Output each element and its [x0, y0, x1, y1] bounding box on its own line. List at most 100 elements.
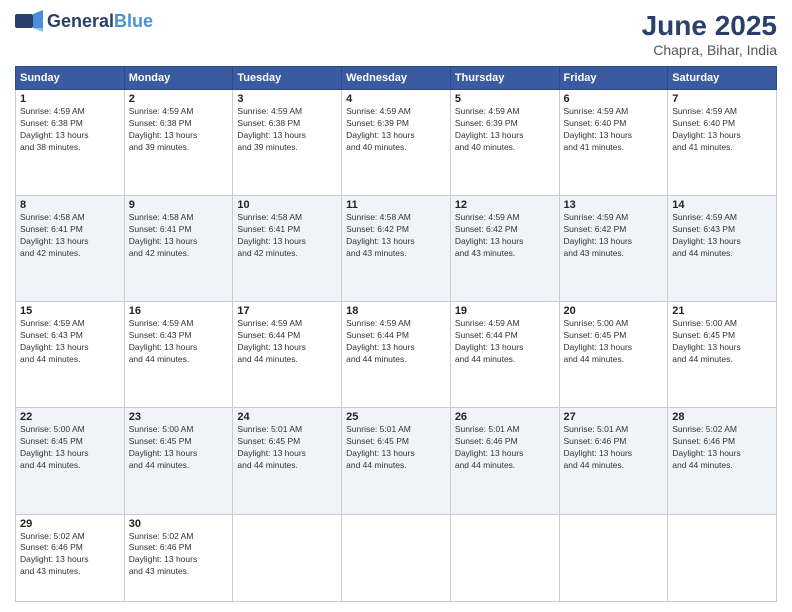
cell-info: Sunrise: 5:00 AM Sunset: 6:45 PM Dayligh…: [672, 318, 772, 366]
day-number: 24: [237, 411, 337, 423]
header-wednesday: Wednesday: [342, 67, 451, 90]
header-monday: Monday: [124, 67, 233, 90]
table-row: [342, 514, 451, 601]
table-row: 20Sunrise: 5:00 AM Sunset: 6:45 PM Dayli…: [559, 302, 668, 408]
cell-info: Sunrise: 4:59 AM Sunset: 6:43 PM Dayligh…: [129, 318, 229, 366]
table-row: 27Sunrise: 5:01 AM Sunset: 6:46 PM Dayli…: [559, 408, 668, 514]
cell-info: Sunrise: 4:58 AM Sunset: 6:41 PM Dayligh…: [237, 212, 337, 260]
cell-info: Sunrise: 5:01 AM Sunset: 6:45 PM Dayligh…: [237, 424, 337, 472]
header-sunday: Sunday: [16, 67, 125, 90]
table-row: 6Sunrise: 4:59 AM Sunset: 6:40 PM Daylig…: [559, 90, 668, 196]
table-row: 25Sunrise: 5:01 AM Sunset: 6:45 PM Dayli…: [342, 408, 451, 514]
table-row: 4Sunrise: 4:59 AM Sunset: 6:39 PM Daylig…: [342, 90, 451, 196]
header-thursday: Thursday: [450, 67, 559, 90]
table-row: 8Sunrise: 4:58 AM Sunset: 6:41 PM Daylig…: [16, 196, 125, 302]
cell-info: Sunrise: 5:00 AM Sunset: 6:45 PM Dayligh…: [564, 318, 664, 366]
day-number: 18: [346, 305, 446, 317]
cell-info: Sunrise: 4:59 AM Sunset: 6:38 PM Dayligh…: [129, 106, 229, 154]
table-row: 19Sunrise: 4:59 AM Sunset: 6:44 PM Dayli…: [450, 302, 559, 408]
cell-info: Sunrise: 4:59 AM Sunset: 6:39 PM Dayligh…: [455, 106, 555, 154]
cell-info: Sunrise: 4:59 AM Sunset: 6:43 PM Dayligh…: [672, 212, 772, 260]
day-number: 20: [564, 305, 664, 317]
cell-info: Sunrise: 4:59 AM Sunset: 6:42 PM Dayligh…: [564, 212, 664, 260]
calendar-table: Sunday Monday Tuesday Wednesday Thursday…: [15, 66, 777, 602]
table-row: 23Sunrise: 5:00 AM Sunset: 6:45 PM Dayli…: [124, 408, 233, 514]
cell-info: Sunrise: 5:01 AM Sunset: 6:45 PM Dayligh…: [346, 424, 446, 472]
table-row: 21Sunrise: 5:00 AM Sunset: 6:45 PM Dayli…: [668, 302, 777, 408]
day-number: 27: [564, 411, 664, 423]
day-number: 9: [129, 199, 229, 211]
table-row: 16Sunrise: 4:59 AM Sunset: 6:43 PM Dayli…: [124, 302, 233, 408]
table-row: 28Sunrise: 5:02 AM Sunset: 6:46 PM Dayli…: [668, 408, 777, 514]
day-number: 13: [564, 199, 664, 211]
day-number: 11: [346, 199, 446, 211]
day-number: 23: [129, 411, 229, 423]
cell-info: Sunrise: 4:58 AM Sunset: 6:42 PM Dayligh…: [346, 212, 446, 260]
cell-info: Sunrise: 5:01 AM Sunset: 6:46 PM Dayligh…: [564, 424, 664, 472]
day-number: 2: [129, 93, 229, 105]
table-row: 9Sunrise: 4:58 AM Sunset: 6:41 PM Daylig…: [124, 196, 233, 302]
table-row: 3Sunrise: 4:59 AM Sunset: 6:38 PM Daylig…: [233, 90, 342, 196]
header-friday: Friday: [559, 67, 668, 90]
day-number: 10: [237, 199, 337, 211]
month-title: June 2025: [642, 10, 777, 42]
day-number: 3: [237, 93, 337, 105]
table-row: 12Sunrise: 4:59 AM Sunset: 6:42 PM Dayli…: [450, 196, 559, 302]
table-row: 11Sunrise: 4:58 AM Sunset: 6:42 PM Dayli…: [342, 196, 451, 302]
cell-info: Sunrise: 5:02 AM Sunset: 6:46 PM Dayligh…: [20, 531, 120, 579]
day-number: 17: [237, 305, 337, 317]
day-number: 5: [455, 93, 555, 105]
calendar-row: 22Sunrise: 5:00 AM Sunset: 6:45 PM Dayli…: [16, 408, 777, 514]
calendar-row: 15Sunrise: 4:59 AM Sunset: 6:43 PM Dayli…: [16, 302, 777, 408]
calendar-row: 1Sunrise: 4:59 AM Sunset: 6:38 PM Daylig…: [16, 90, 777, 196]
logo-general: General: [47, 11, 114, 32]
day-number: 7: [672, 93, 772, 105]
table-row: 18Sunrise: 4:59 AM Sunset: 6:44 PM Dayli…: [342, 302, 451, 408]
day-number: 25: [346, 411, 446, 423]
table-row: 17Sunrise: 4:59 AM Sunset: 6:44 PM Dayli…: [233, 302, 342, 408]
cell-info: Sunrise: 4:59 AM Sunset: 6:38 PM Dayligh…: [237, 106, 337, 154]
day-number: 29: [20, 518, 120, 530]
day-number: 19: [455, 305, 555, 317]
table-row: [668, 514, 777, 601]
cell-info: Sunrise: 5:02 AM Sunset: 6:46 PM Dayligh…: [129, 531, 229, 579]
table-row: 13Sunrise: 4:59 AM Sunset: 6:42 PM Dayli…: [559, 196, 668, 302]
cell-info: Sunrise: 4:59 AM Sunset: 6:40 PM Dayligh…: [672, 106, 772, 154]
day-number: 28: [672, 411, 772, 423]
day-number: 21: [672, 305, 772, 317]
table-row: 7Sunrise: 4:59 AM Sunset: 6:40 PM Daylig…: [668, 90, 777, 196]
cell-info: Sunrise: 4:59 AM Sunset: 6:44 PM Dayligh…: [455, 318, 555, 366]
cell-info: Sunrise: 4:59 AM Sunset: 6:39 PM Dayligh…: [346, 106, 446, 154]
table-row: [559, 514, 668, 601]
day-number: 12: [455, 199, 555, 211]
cell-info: Sunrise: 4:59 AM Sunset: 6:38 PM Dayligh…: [20, 106, 120, 154]
table-row: [233, 514, 342, 601]
table-row: 22Sunrise: 5:00 AM Sunset: 6:45 PM Dayli…: [16, 408, 125, 514]
table-row: 30Sunrise: 5:02 AM Sunset: 6:46 PM Dayli…: [124, 514, 233, 601]
header: GeneralBlue June 2025 Chapra, Bihar, Ind…: [15, 10, 777, 58]
cell-info: Sunrise: 4:59 AM Sunset: 6:43 PM Dayligh…: [20, 318, 120, 366]
table-row: 15Sunrise: 4:59 AM Sunset: 6:43 PM Dayli…: [16, 302, 125, 408]
calendar-header-row: Sunday Monday Tuesday Wednesday Thursday…: [16, 67, 777, 90]
cell-info: Sunrise: 4:59 AM Sunset: 6:44 PM Dayligh…: [346, 318, 446, 366]
cell-info: Sunrise: 5:01 AM Sunset: 6:46 PM Dayligh…: [455, 424, 555, 472]
table-row: 5Sunrise: 4:59 AM Sunset: 6:39 PM Daylig…: [450, 90, 559, 196]
day-number: 6: [564, 93, 664, 105]
cell-info: Sunrise: 5:00 AM Sunset: 6:45 PM Dayligh…: [129, 424, 229, 472]
cell-info: Sunrise: 4:59 AM Sunset: 6:44 PM Dayligh…: [237, 318, 337, 366]
day-number: 4: [346, 93, 446, 105]
logo: GeneralBlue: [15, 10, 153, 32]
table-row: 2Sunrise: 4:59 AM Sunset: 6:38 PM Daylig…: [124, 90, 233, 196]
day-number: 15: [20, 305, 120, 317]
cell-info: Sunrise: 5:02 AM Sunset: 6:46 PM Dayligh…: [672, 424, 772, 472]
day-number: 14: [672, 199, 772, 211]
cell-info: Sunrise: 4:58 AM Sunset: 6:41 PM Dayligh…: [20, 212, 120, 260]
logo-icon: [15, 10, 45, 32]
day-number: 16: [129, 305, 229, 317]
table-row: 10Sunrise: 4:58 AM Sunset: 6:41 PM Dayli…: [233, 196, 342, 302]
cell-info: Sunrise: 4:59 AM Sunset: 6:40 PM Dayligh…: [564, 106, 664, 154]
calendar-row: 8Sunrise: 4:58 AM Sunset: 6:41 PM Daylig…: [16, 196, 777, 302]
table-row: 24Sunrise: 5:01 AM Sunset: 6:45 PM Dayli…: [233, 408, 342, 514]
table-row: [450, 514, 559, 601]
cell-info: Sunrise: 4:59 AM Sunset: 6:42 PM Dayligh…: [455, 212, 555, 260]
